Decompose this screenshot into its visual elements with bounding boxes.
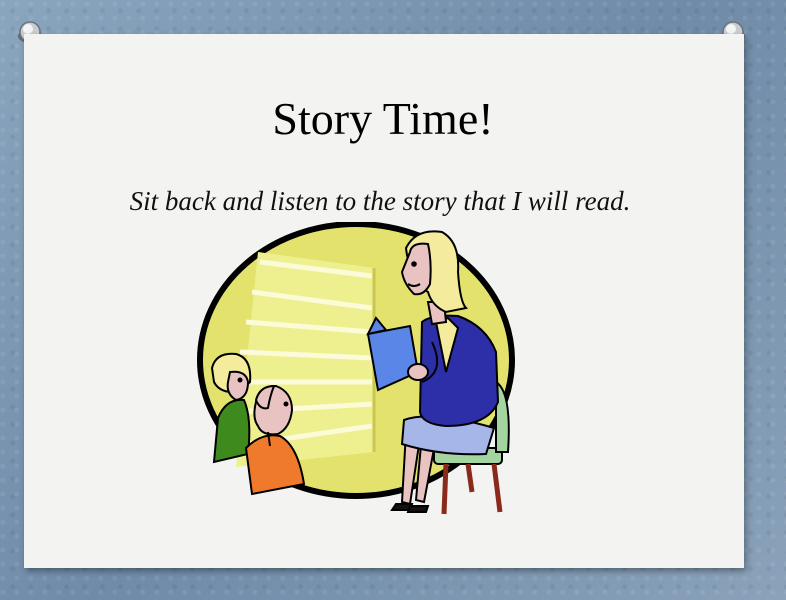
slide-title: Story Time! bbox=[272, 93, 494, 144]
teacher-reading-to-children-illustration bbox=[197, 222, 515, 515]
slide-subtitle: Sit back and listen to the story that I … bbox=[129, 186, 631, 216]
